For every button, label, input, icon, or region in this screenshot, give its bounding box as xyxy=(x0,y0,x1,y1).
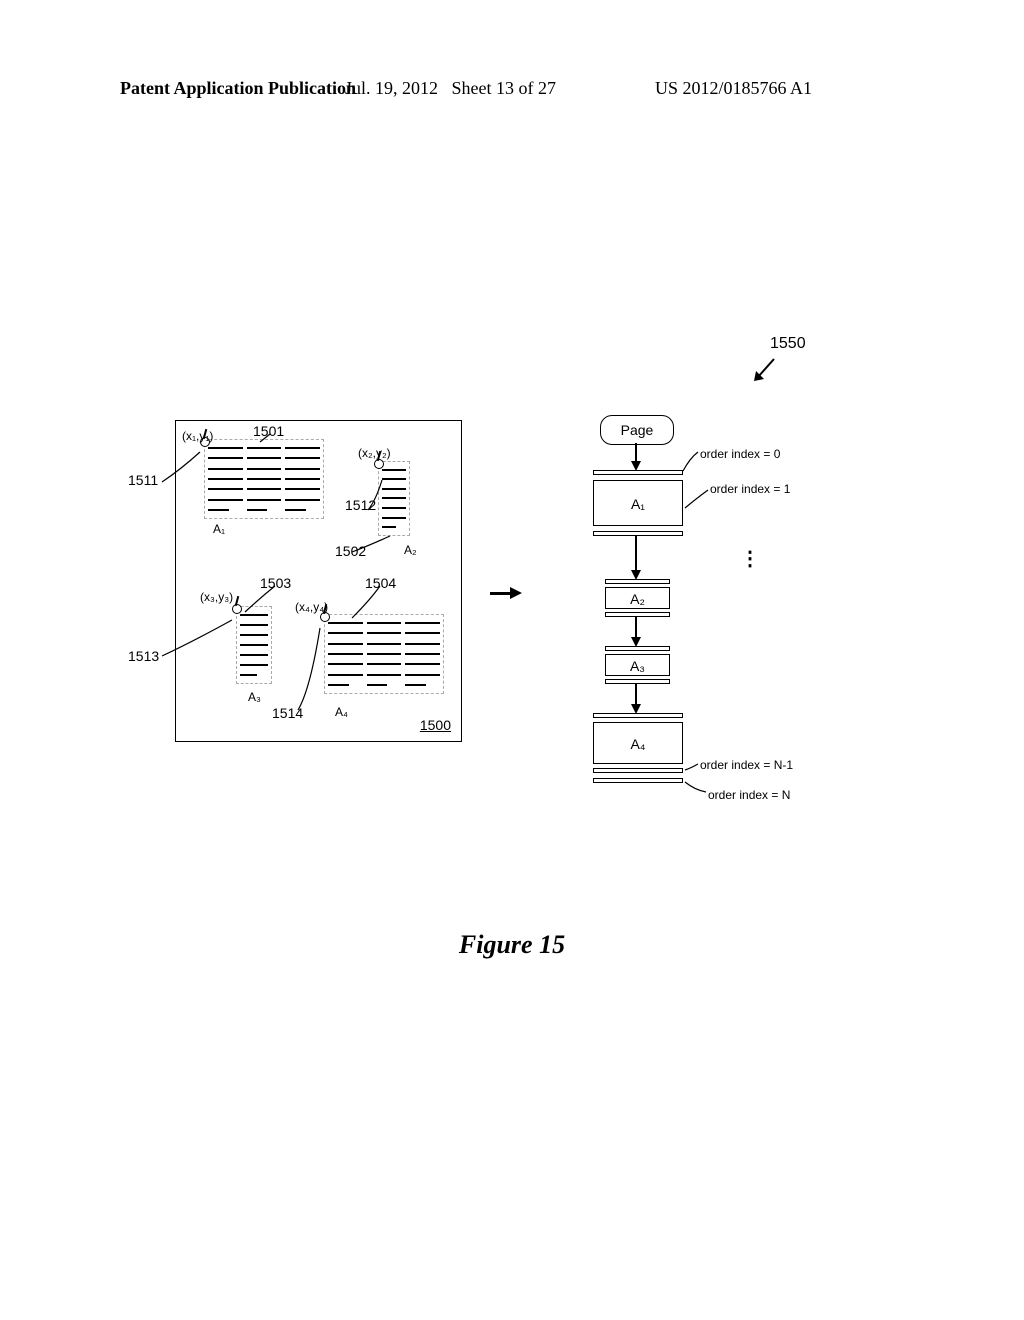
annot-order-1: order index = 1 xyxy=(710,482,790,496)
annot-order-n: order index = N xyxy=(708,788,790,802)
figure-caption: Figure 15 xyxy=(0,930,1024,960)
anchor-a2 xyxy=(374,459,384,469)
ref-1514: 1514 xyxy=(272,705,303,721)
ref-1500: 1500 xyxy=(420,717,451,733)
label-a1: A₁ xyxy=(213,522,225,536)
flow-node-a4: A₄ xyxy=(593,722,683,764)
flow-node-a3: A₃ xyxy=(605,654,670,676)
header-publication: Patent Application Publication xyxy=(120,78,356,99)
flow-node-a2: A₂ xyxy=(605,587,670,609)
page-layout-box: 1500 xyxy=(175,420,462,742)
figure-canvas: 1550 xyxy=(120,360,920,920)
coord-3: (x₃,y₃) xyxy=(200,590,233,604)
label-a2: A₂ xyxy=(404,543,417,557)
flow-node-a1: A₁ xyxy=(593,480,683,526)
textblock-a2 xyxy=(378,461,410,536)
para-bar-8 xyxy=(593,778,683,783)
textblock-a3 xyxy=(236,606,272,684)
label-a4: A₄ xyxy=(335,705,348,719)
para-bar-0 xyxy=(593,470,683,475)
para-bar-7 xyxy=(593,768,683,773)
annot-order-nm1: order index = N-1 xyxy=(700,758,793,772)
ref-1501: 1501 xyxy=(253,423,284,439)
flow-node-page: Page xyxy=(600,415,674,445)
coord-4: (x₄,y₄) xyxy=(295,600,328,614)
para-bar-5 xyxy=(605,679,670,684)
para-bar-1 xyxy=(593,531,683,536)
ref-1511: 1511 xyxy=(128,472,158,488)
header-docnum: US 2012/0185766 A1 xyxy=(655,78,812,99)
para-bar-4 xyxy=(605,646,670,651)
para-bar-6 xyxy=(593,713,683,718)
ref-1502: 1502 xyxy=(335,543,366,559)
vertical-ellipsis-icon: ⋮ xyxy=(740,556,760,562)
header-date-sheet: Jul. 19, 2012 Sheet 13 of 27 xyxy=(345,78,556,99)
annot-order-0: order index = 0 xyxy=(700,447,780,461)
ref-1503: 1503 xyxy=(260,575,291,591)
anchor-a3 xyxy=(232,604,242,614)
label-a3: A₃ xyxy=(248,690,261,704)
para-bar-2 xyxy=(605,579,670,584)
textblock-a4 xyxy=(324,614,444,694)
ref-1513: 1513 xyxy=(128,648,159,664)
textblock-a1 xyxy=(204,439,324,519)
coord-2: (x₂,y₂) xyxy=(358,446,391,460)
para-bar-3 xyxy=(605,612,670,617)
ref-1504: 1504 xyxy=(365,575,396,591)
ref-1512: 1512 xyxy=(345,497,376,513)
coord-1: (x₁,y₁) xyxy=(182,429,213,443)
